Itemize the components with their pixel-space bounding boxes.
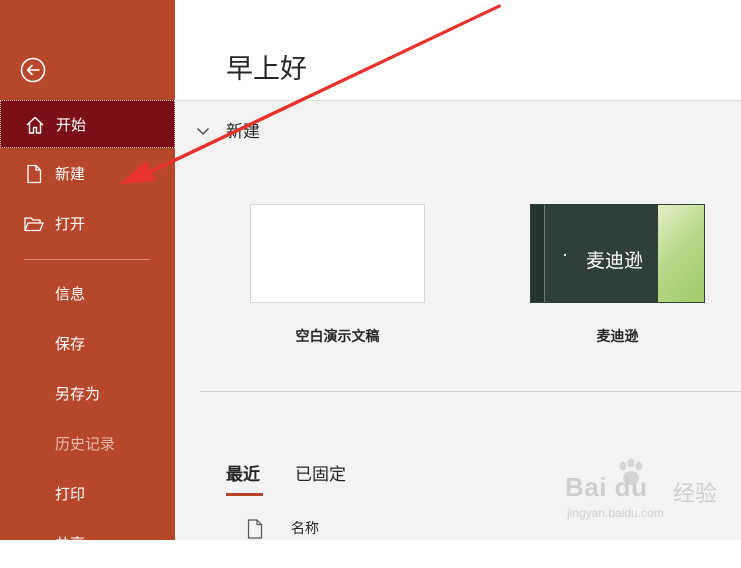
sidebar-item-label: 共享 bbox=[55, 535, 86, 553]
sidebar-item-label: 信息 bbox=[55, 285, 86, 303]
thumbnail-dot bbox=[564, 254, 566, 256]
arrow-left-circle-icon bbox=[20, 57, 46, 83]
sidebar-item-new[interactable]: 新建 bbox=[0, 150, 175, 198]
thumbnail-accent-bar bbox=[531, 205, 545, 302]
backstage-sidebar: 开始 新建 打开 信息 保存 另存为 历史记录 打印 共享 bbox=[0, 0, 175, 553]
sidebar-item-save-as[interactable]: 另存为 bbox=[0, 370, 175, 418]
section-divider bbox=[200, 391, 741, 392]
template-label: 空白演示文稿 bbox=[295, 329, 380, 345]
sidebar-divider bbox=[24, 259, 150, 260]
section-title-new: 新建 bbox=[226, 122, 260, 142]
sidebar-item-label: 保存 bbox=[55, 335, 86, 353]
file-icon bbox=[247, 519, 263, 539]
sidebar-item-home[interactable]: 开始 bbox=[0, 100, 175, 148]
tab-recent[interactable]: 最近 bbox=[226, 463, 260, 487]
back-button[interactable] bbox=[20, 57, 46, 83]
chevron-down-icon[interactable] bbox=[195, 123, 211, 139]
sidebar-item-share[interactable]: 共享 bbox=[0, 520, 175, 568]
watermark-url: jingyan.baidu.com bbox=[567, 506, 664, 520]
main-header: 早上好 bbox=[175, 0, 741, 100]
tab-pinned[interactable]: 已固定 bbox=[295, 463, 346, 487]
template-madison[interactable]: 麦迪逊 麦迪逊 bbox=[530, 204, 705, 345]
sidebar-item-label: 打开 bbox=[55, 215, 86, 233]
sidebar-item-label: 新建 bbox=[55, 165, 86, 183]
sidebar-item-info[interactable]: 信息 bbox=[0, 270, 175, 318]
template-label: 麦迪逊 bbox=[596, 329, 639, 345]
home-icon bbox=[26, 116, 44, 134]
sidebar-item-open[interactable]: 打开 bbox=[0, 200, 175, 248]
watermark-brand-suffix: 经验 bbox=[673, 482, 718, 507]
template-thumbnail bbox=[250, 204, 425, 303]
folder-open-icon bbox=[24, 217, 44, 232]
thumbnail-title: 麦迪逊 bbox=[586, 250, 644, 272]
sidebar-item-print[interactable]: 打印 bbox=[0, 470, 175, 518]
active-tab-indicator bbox=[226, 493, 263, 496]
template-thumbnail: 麦迪逊 bbox=[530, 204, 705, 303]
column-header-name[interactable]: 名称 bbox=[291, 519, 319, 539]
thumbnail-image bbox=[658, 205, 704, 302]
sidebar-item-label: 另存为 bbox=[55, 385, 101, 403]
sidebar-item-label: 打印 bbox=[55, 485, 86, 503]
watermark-brand: Bai du bbox=[565, 472, 648, 502]
sidebar-item-history: 历史记录 bbox=[0, 420, 175, 468]
sidebar-item-label: 历史记录 bbox=[55, 435, 116, 453]
template-blank-presentation[interactable]: 空白演示文稿 bbox=[250, 204, 425, 345]
watermark: Bai du 经验 jingyan.baidu.com bbox=[565, 458, 735, 528]
page-title: 早上好 bbox=[226, 54, 307, 85]
sidebar-item-save[interactable]: 保存 bbox=[0, 320, 175, 368]
sidebar-item-label: 开始 bbox=[56, 116, 87, 134]
new-document-icon bbox=[27, 164, 42, 184]
